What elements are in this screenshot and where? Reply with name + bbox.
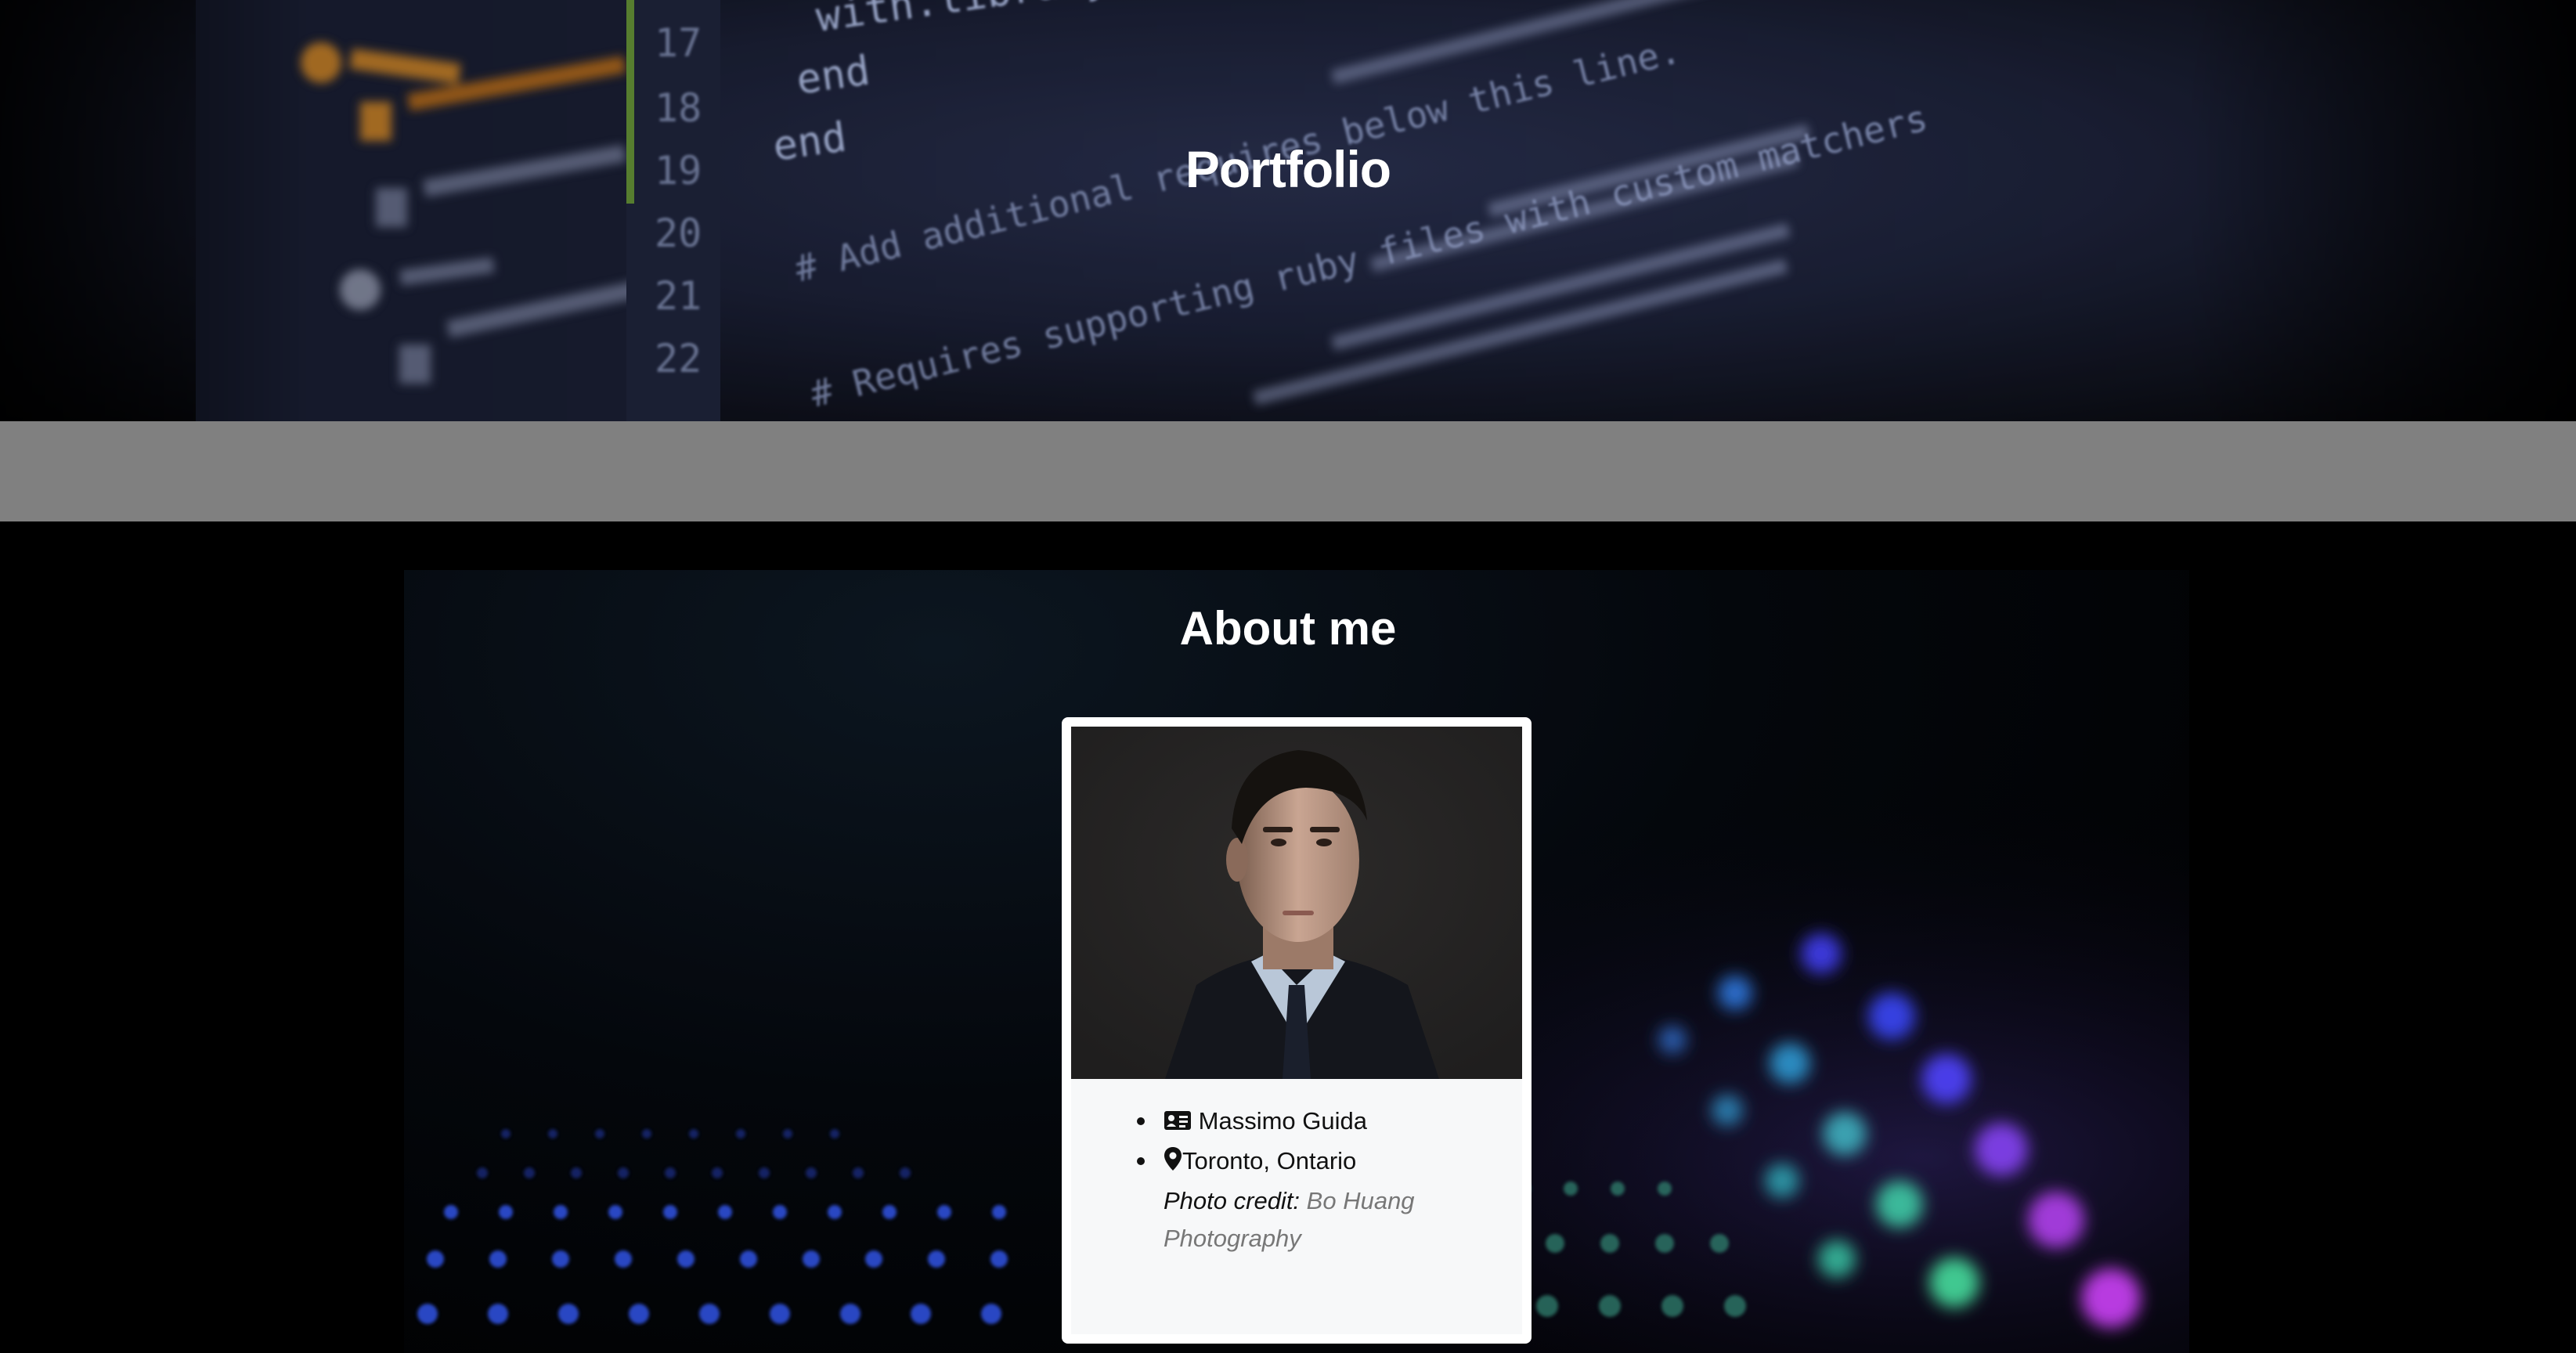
- profile-location: Toronto, Ontario: [1182, 1147, 1357, 1174]
- map-marker-icon: [1164, 1145, 1182, 1182]
- profile-location-item: Toronto, Ontario: [1137, 1142, 1522, 1182]
- about-heading: About me: [1179, 602, 1397, 655]
- profile-card: Massimo Guida Toronto, Ontario Photo cre…: [1062, 717, 1532, 1344]
- page-title: Portfolio: [1185, 140, 1391, 198]
- profile-photo: [1071, 727, 1522, 1079]
- id-card-icon: [1164, 1105, 1192, 1142]
- about-section: About me Massimo Guida Toronto, Ontario …: [0, 521, 2576, 1353]
- profile-info-list: Massimo Guida Toronto, Ontario Photo cre…: [1071, 1102, 1522, 1257]
- section-divider-band: [0, 421, 2576, 521]
- hero-banner: 17 18 19 20 21 22 with.library end end #…: [0, 0, 2576, 421]
- profile-name: Massimo Guida: [1198, 1107, 1367, 1135]
- photo-credit-label: Photo credit:: [1164, 1187, 1301, 1214]
- photo-credit: Photo credit: Bo Huang Photography: [1164, 1182, 1522, 1257]
- profile-name-item: Massimo Guida: [1137, 1102, 1522, 1142]
- hero-background-code-image: 17 18 19 20 21 22 with.library end end #…: [0, 0, 2576, 421]
